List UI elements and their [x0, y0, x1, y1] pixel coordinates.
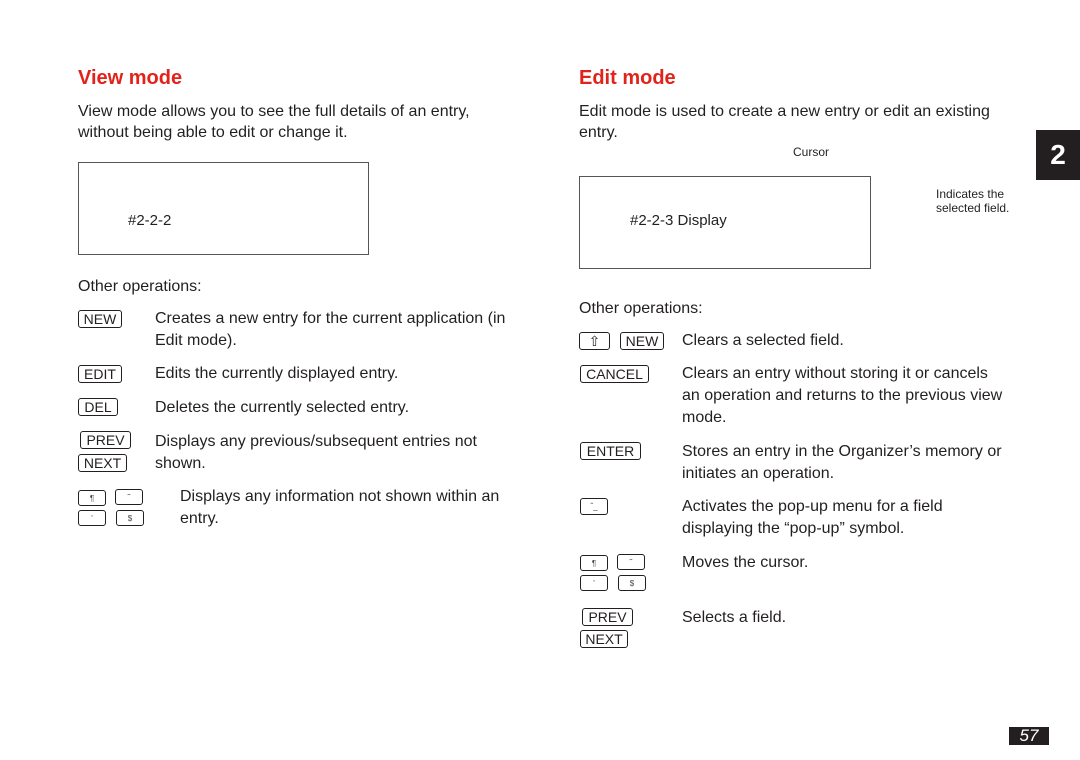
- edit-mode-heading: Edit mode: [579, 67, 676, 89]
- edit-mode-screen: #2-2-3 Display: [579, 176, 871, 269]
- new-key: NEW: [78, 310, 122, 328]
- edit-key: EDIT: [78, 365, 122, 383]
- screen-label: #2-2-2: [128, 212, 172, 229]
- cursor-callout: Cursor: [793, 145, 830, 159]
- intro-line: View mode allows you to see the full det…: [78, 103, 470, 120]
- arrow-left-key: $: [116, 510, 144, 526]
- view-mode-heading: View mode: [78, 67, 183, 89]
- callout-line: selected field.: [936, 201, 1010, 215]
- chapter-tab: 2: [1036, 130, 1080, 180]
- op-edit-description: Edits the currently displayed entry.: [155, 365, 399, 382]
- view-other-ops-label: Other operations:: [78, 278, 202, 295]
- desc-line: Displays any information not shown withi…: [180, 488, 500, 505]
- desc-line: Displays any previous/subsequent entries…: [155, 433, 477, 450]
- intro-line: without being able to edit or change it.: [78, 124, 348, 141]
- op-new-description: Creates a new entry for the current appl…: [155, 308, 505, 352]
- popup-key: ˆ_: [580, 498, 608, 515]
- op-enter-description: Stores an entry in the Organizer’s memor…: [682, 441, 1002, 485]
- edit-other-ops-label: Other operations:: [579, 300, 703, 317]
- desc-line: displaying the “pop-up” symbol.: [682, 520, 905, 537]
- arrow-right-key: ˜: [617, 554, 645, 570]
- view-mode-screen: #2-2-2: [78, 162, 369, 255]
- del-key: DEL: [78, 398, 118, 416]
- desc-line: Creates a new entry for the current appl…: [155, 310, 506, 327]
- arrow-down-key: ': [580, 575, 608, 591]
- callout-line: Indicates the: [936, 187, 1005, 201]
- selected-field-callout: Indicates the selected field.: [936, 187, 1009, 215]
- intro-line: Edit mode is used to create a new entry …: [579, 103, 990, 120]
- prev-key: PREV: [582, 608, 633, 626]
- op-popup-description: Activates the pop-up menu for a field di…: [682, 496, 943, 540]
- desc-line: Edit mode).: [155, 332, 237, 349]
- intro-line: entry.: [579, 124, 618, 141]
- op-cancel-description: Clears an entry without storing it or ca…: [682, 363, 1002, 429]
- prev-key: PREV: [80, 431, 131, 449]
- desc-line: initiates an operation.: [682, 465, 835, 482]
- edit-mode-intro: Edit mode is used to create a new entry …: [579, 101, 990, 143]
- desc-line: entry.: [180, 510, 219, 527]
- desc-line: Clears an entry without storing it or ca…: [682, 365, 988, 382]
- new-key: NEW: [620, 332, 664, 350]
- arrow-left-key: $: [618, 575, 646, 591]
- desc-line: mode.: [682, 409, 727, 426]
- next-key: NEXT: [78, 454, 127, 472]
- desc-line: an operation and returns to the previous…: [682, 387, 1003, 404]
- shift-key: ⇧: [579, 332, 610, 350]
- page-number: 57: [1009, 727, 1049, 745]
- enter-key: ENTER: [580, 442, 641, 460]
- desc-line: Stores an entry in the Organizer’s memor…: [682, 443, 1002, 460]
- op-select-field-description: Selects a field.: [682, 609, 787, 626]
- arrow-up-key: ¶: [580, 555, 608, 571]
- op-arrows-description: Displays any information not shown withi…: [180, 486, 499, 530]
- desc-line: Activates the pop-up menu for a field: [682, 498, 943, 515]
- view-mode-intro: View mode allows you to see the full det…: [78, 101, 470, 143]
- arrow-down-key: ': [78, 510, 106, 526]
- op-move-cursor-description: Moves the cursor.: [682, 554, 809, 571]
- op-prev-next-description: Displays any previous/subsequent entries…: [155, 431, 477, 475]
- op-clear-field-description: Clears a selected field.: [682, 332, 844, 349]
- arrow-right-key: ˜: [115, 489, 143, 505]
- arrow-up-key: ¶: [78, 490, 106, 506]
- desc-line: shown.: [155, 455, 206, 472]
- screen-label: #2-2-3 Display: [630, 212, 727, 229]
- next-key: NEXT: [580, 630, 628, 648]
- op-del-description: Deletes the currently selected entry.: [155, 399, 410, 416]
- cancel-key: CANCEL: [580, 365, 649, 383]
